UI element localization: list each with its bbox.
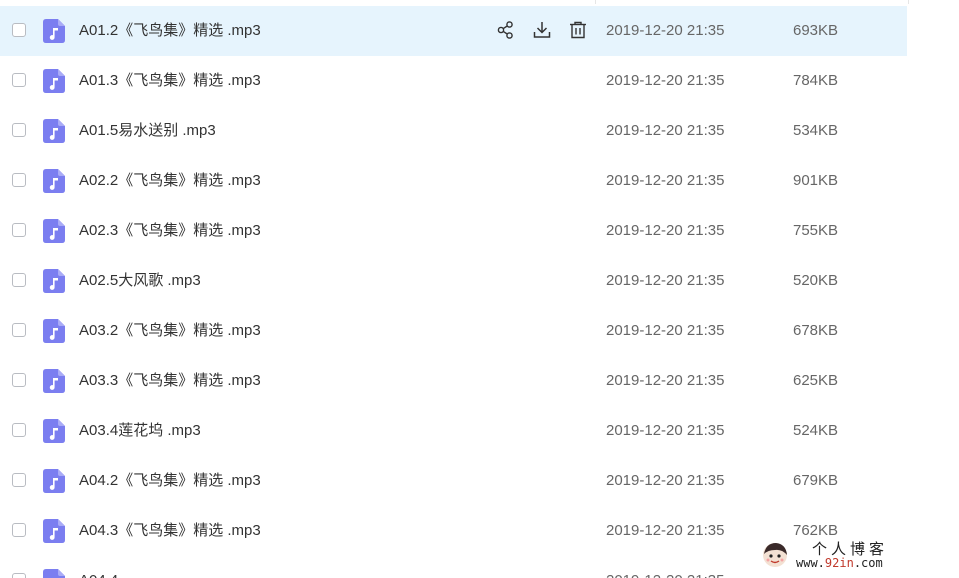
row-checkbox[interactable] xyxy=(12,173,26,187)
audio-file-icon xyxy=(43,269,65,293)
file-row[interactable]: A01.3《飞鸟集》精选 .mp3 2019-12-20 21:35 784KB xyxy=(0,56,907,106)
file-row[interactable]: A03.4莲花坞 .mp3 2019-12-20 21:35 524KB xyxy=(0,406,907,456)
file-name[interactable]: A04.3《飞鸟集》精选 .mp3 xyxy=(79,521,261,541)
file-row[interactable]: A04.2《飞鸟集》精选 .mp3 2019-12-20 21:35 679KB xyxy=(0,456,907,506)
file-date: 2019-12-20 21:35 xyxy=(606,172,725,189)
file-name[interactable]: A02.3《飞鸟集》精选 .mp3 xyxy=(79,221,261,241)
audio-file-icon xyxy=(43,19,65,43)
row-actions xyxy=(496,20,588,40)
row-checkbox[interactable] xyxy=(12,573,26,578)
file-name[interactable]: A02.5大风歌 .mp3 xyxy=(79,271,201,291)
file-name[interactable]: A01.5易水送别 .mp3 xyxy=(79,121,216,141)
row-checkbox[interactable] xyxy=(12,123,26,137)
audio-file-icon xyxy=(43,219,65,243)
file-name[interactable]: A04.4 xyxy=(79,571,118,578)
audio-file-icon xyxy=(43,169,65,193)
file-date: 2019-12-20 21:35 xyxy=(606,472,725,489)
file-size: 693KB xyxy=(793,22,839,39)
file-date: 2019-12-20 21:35 xyxy=(606,322,725,339)
file-date: 2019-12-20 21:35 xyxy=(606,222,725,239)
file-size: 678KB xyxy=(793,322,839,339)
row-checkbox[interactable] xyxy=(12,273,26,287)
file-row[interactable]: A01.2《飞鸟集》精选 .mp3 2019-12-20 21:35 693KB xyxy=(0,6,907,56)
file-row[interactable]: A02.3《飞鸟集》精选 .mp3 2019-12-20 21:35 755KB xyxy=(0,206,907,256)
file-row[interactable]: A02.2《飞鸟集》精选 .mp3 2019-12-20 21:35 901KB xyxy=(0,156,907,206)
file-date: 2019-12-20 21:35 xyxy=(606,72,725,89)
file-size: 755KB xyxy=(793,222,839,239)
audio-file-icon xyxy=(43,119,65,143)
file-date: 2019-12-20 21:35 xyxy=(606,522,725,539)
audio-file-icon xyxy=(43,569,65,578)
file-row[interactable]: A03.2《飞鸟集》精选 .mp3 2019-12-20 21:35 678KB xyxy=(0,306,907,356)
file-name[interactable]: A04.2《飞鸟集》精选 .mp3 xyxy=(79,471,261,491)
file-size: 534KB xyxy=(793,122,839,139)
row-checkbox[interactable] xyxy=(12,223,26,237)
file-size: 901KB xyxy=(793,172,839,189)
row-checkbox[interactable] xyxy=(12,423,26,437)
row-checkbox[interactable] xyxy=(12,473,26,487)
file-date: 2019-12-20 21:35 xyxy=(606,571,724,578)
file-size: 520KB xyxy=(793,272,839,289)
file-name[interactable]: A01.3《飞鸟集》精选 .mp3 xyxy=(79,71,261,91)
share-icon[interactable] xyxy=(496,20,516,40)
file-date: 2019-12-20 21:35 xyxy=(606,122,725,139)
file-size: 625KB xyxy=(793,372,839,389)
row-checkbox[interactable] xyxy=(12,323,26,337)
file-date: 2019-12-20 21:35 xyxy=(606,422,725,439)
file-row[interactable]: A01.5易水送别 .mp3 2019-12-20 21:35 534KB xyxy=(0,106,907,156)
file-size: 679KB xyxy=(793,472,839,489)
file-date: 2019-12-20 21:35 xyxy=(606,372,725,389)
file-name[interactable]: A03.3《飞鸟集》精选 .mp3 xyxy=(79,371,261,391)
file-name[interactable]: A03.2《飞鸟集》精选 .mp3 xyxy=(79,321,261,341)
avatar-icon xyxy=(763,543,787,567)
file-date: 2019-12-20 21:35 xyxy=(606,272,725,289)
audio-file-icon xyxy=(43,419,65,443)
file-name[interactable]: A01.2《飞鸟集》精选 .mp3 xyxy=(79,21,261,41)
file-size: 524KB xyxy=(793,422,839,439)
file-name[interactable]: A03.4莲花坞 .mp3 xyxy=(79,421,201,441)
column-divider xyxy=(908,0,909,4)
file-row[interactable]: A02.5大风歌 .mp3 2019-12-20 21:35 520KB xyxy=(0,256,907,306)
row-checkbox[interactable] xyxy=(12,373,26,387)
download-icon[interactable] xyxy=(532,20,552,40)
audio-file-icon xyxy=(43,319,65,343)
audio-file-icon xyxy=(43,469,65,493)
file-list: A01.2《飞鸟集》精选 .mp3 2019-12-20 21:35 693KB xyxy=(0,6,907,578)
row-checkbox[interactable] xyxy=(12,523,26,537)
row-checkbox[interactable] xyxy=(12,73,26,87)
file-size: 784KB xyxy=(793,72,839,89)
delete-icon[interactable] xyxy=(568,20,588,40)
file-name[interactable]: A02.2《飞鸟集》精选 .mp3 xyxy=(79,171,261,191)
audio-file-icon xyxy=(43,69,65,93)
file-date: 2019-12-20 21:35 xyxy=(606,22,725,39)
file-row[interactable]: A03.3《飞鸟集》精选 .mp3 2019-12-20 21:35 625KB xyxy=(0,356,907,406)
audio-file-icon xyxy=(43,369,65,393)
watermark: 个人博客 www.92in.com xyxy=(752,538,952,574)
column-divider xyxy=(595,0,596,4)
watermark-url: www.92in.com xyxy=(796,556,883,570)
audio-file-icon xyxy=(43,519,65,543)
row-checkbox[interactable] xyxy=(12,23,26,37)
